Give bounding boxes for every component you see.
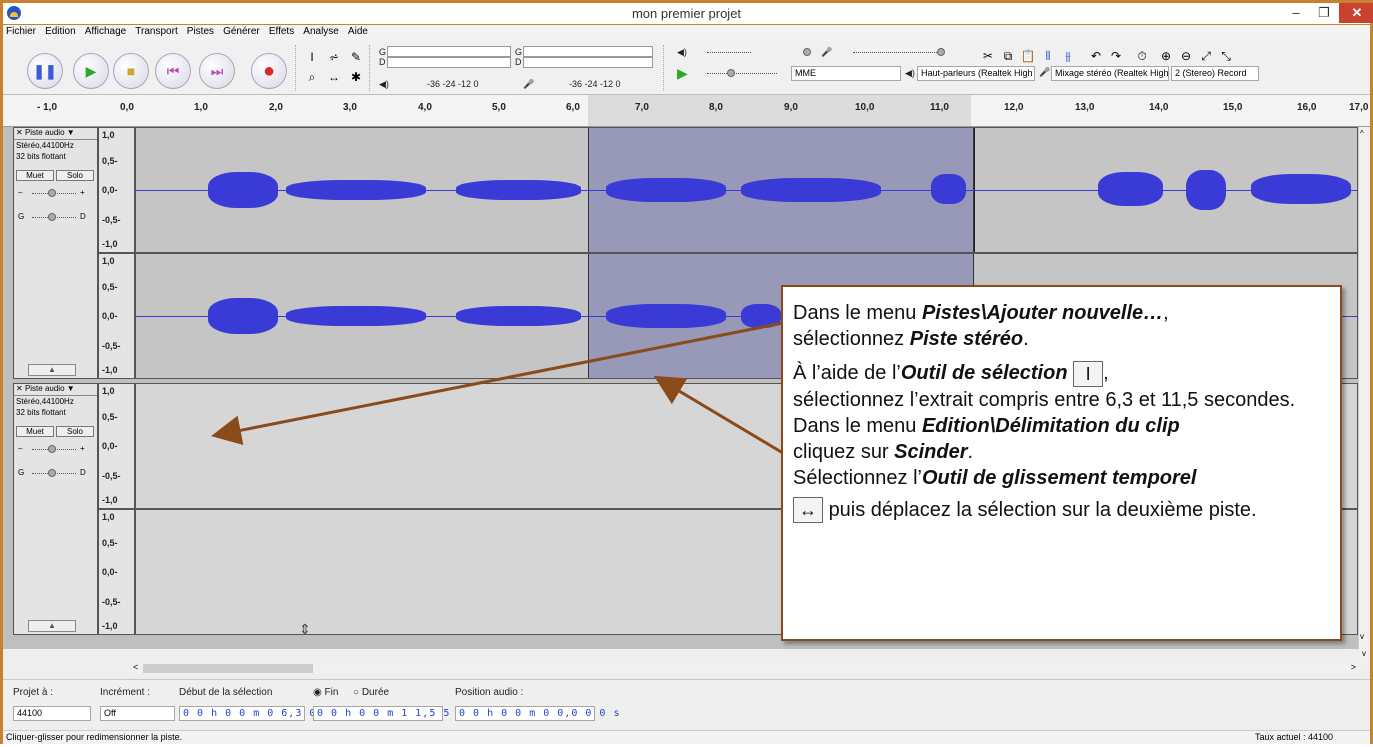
callout-text: puis déplacez la sélection sur la deuxiè… (828, 498, 1257, 521)
callout-text: Dans le menu (793, 302, 922, 324)
time-shift-tool-icon: ↔ (793, 497, 823, 524)
callout-tool-name: Outil de glissement temporel (921, 466, 1197, 489)
callout-text: À l’aide de l’ (793, 362, 901, 384)
callout-text: Dans le menu (793, 414, 922, 437)
callout-text: sélectionnez l’extrait compris entre 6,3… (793, 388, 1296, 411)
selection-tool-icon: I (1073, 360, 1104, 387)
callout-tool-name: Outil de sélection (900, 362, 1068, 384)
callout-option: Scinder (894, 440, 968, 463)
app-window: mon premier projet – ❐ ✕ Fichier Edition… (0, 0, 1373, 744)
instruction-callout: Dans le menu Pistes\Ajouter nouvelle…, s… (781, 285, 1342, 641)
callout-text: cliquez sur (793, 440, 895, 463)
callout-menu-path: Edition\Délimitation du clip (921, 414, 1180, 437)
arrow-to-track-2 (211, 321, 784, 446)
callout-text: Sélectionnez l’ (793, 466, 922, 489)
callout-option: Piste stéréo (909, 328, 1024, 350)
callout-menu-path: Pistes\Ajouter nouvelle… (921, 302, 1164, 324)
callout-text: sélectionnez (793, 328, 910, 350)
